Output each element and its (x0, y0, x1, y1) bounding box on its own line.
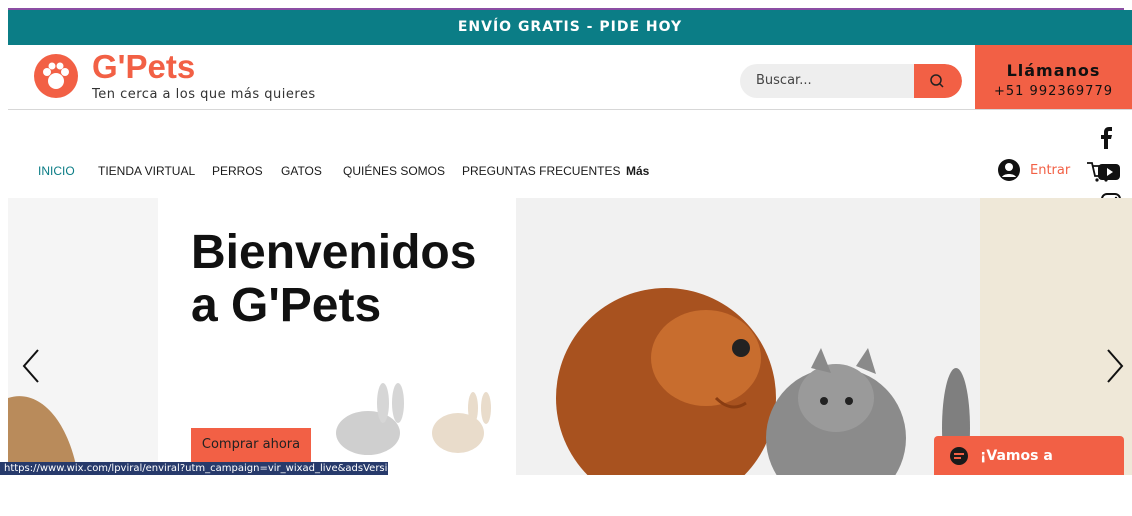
call-title: Llámanos (1006, 61, 1101, 80)
hero-title: Bienvenidos a G'Pets (191, 226, 476, 332)
search-icon (930, 74, 944, 88)
nav-item-inicio[interactable]: INICIO (38, 164, 75, 178)
brand-name[interactable]: G'Pets (92, 47, 195, 87)
chevron-right-icon[interactable] (1102, 348, 1126, 384)
nav-item-tienda-virtual[interactable]: TIENDA VIRTUAL (98, 164, 195, 178)
hero-banner: Bienvenidos a G'Pets Comprar ahora (8, 198, 1132, 475)
nav-item-mas[interactable]: Más (626, 164, 649, 178)
site-header: G'Pets Ten cerca a los que más quieres B… (8, 45, 1132, 110)
promo-banner: ENVÍO GRATIS - PIDE HOY (8, 10, 1132, 45)
nav-item-preguntas-frecuentes[interactable]: PREGUNTAS FRECUENTES (462, 164, 620, 178)
search-button[interactable] (914, 64, 962, 98)
hero-title-line1: Bienvenidos (191, 226, 477, 279)
facebook-icon[interactable] (1096, 127, 1118, 149)
chat-label: ¡Vamos a chatear! (980, 448, 1053, 504)
nav-item-gatos[interactable]: GATOS (281, 164, 322, 178)
login-link[interactable]: Entrar (1030, 163, 1070, 178)
search-input[interactable]: Buscar... (756, 64, 812, 98)
nav-item-quienes-somos[interactable]: QUIÉNES SOMOS (343, 164, 445, 178)
brand-tagline: Ten cerca a los que más quieres (92, 87, 316, 102)
shop-now-button[interactable]: Comprar ahora (191, 428, 311, 462)
header-divider (8, 109, 1132, 110)
call-box[interactable]: Llámanos +51 992369779 (975, 45, 1132, 110)
status-bar-url: https://www.wix.com/lpviral/enviral?utm_… (0, 462, 388, 475)
user-avatar-icon (998, 159, 1020, 181)
chevron-left-icon[interactable] (20, 348, 44, 384)
chat-button[interactable]: ¡Vamos a chatear! (934, 436, 1124, 504)
promo-text: ENVÍO GRATIS - PIDE HOY (457, 19, 683, 35)
chat-bubble-icon (950, 447, 968, 465)
hero-title-line2: a G'Pets (191, 279, 382, 332)
login-area[interactable]: Entrar (998, 159, 1070, 181)
hero-image-left (8, 198, 158, 475)
nav-item-perros[interactable]: PERROS (212, 164, 263, 178)
paw-logo-icon[interactable] (34, 54, 78, 98)
youtube-icon[interactable] (1098, 164, 1120, 180)
hero-image-right-edge (980, 198, 1132, 475)
call-phone[interactable]: +51 992369779 (975, 84, 1132, 99)
top-border (0, 0, 1132, 10)
hero-image-dog-cat (516, 198, 986, 475)
search-bar[interactable]: Buscar... (740, 64, 962, 98)
